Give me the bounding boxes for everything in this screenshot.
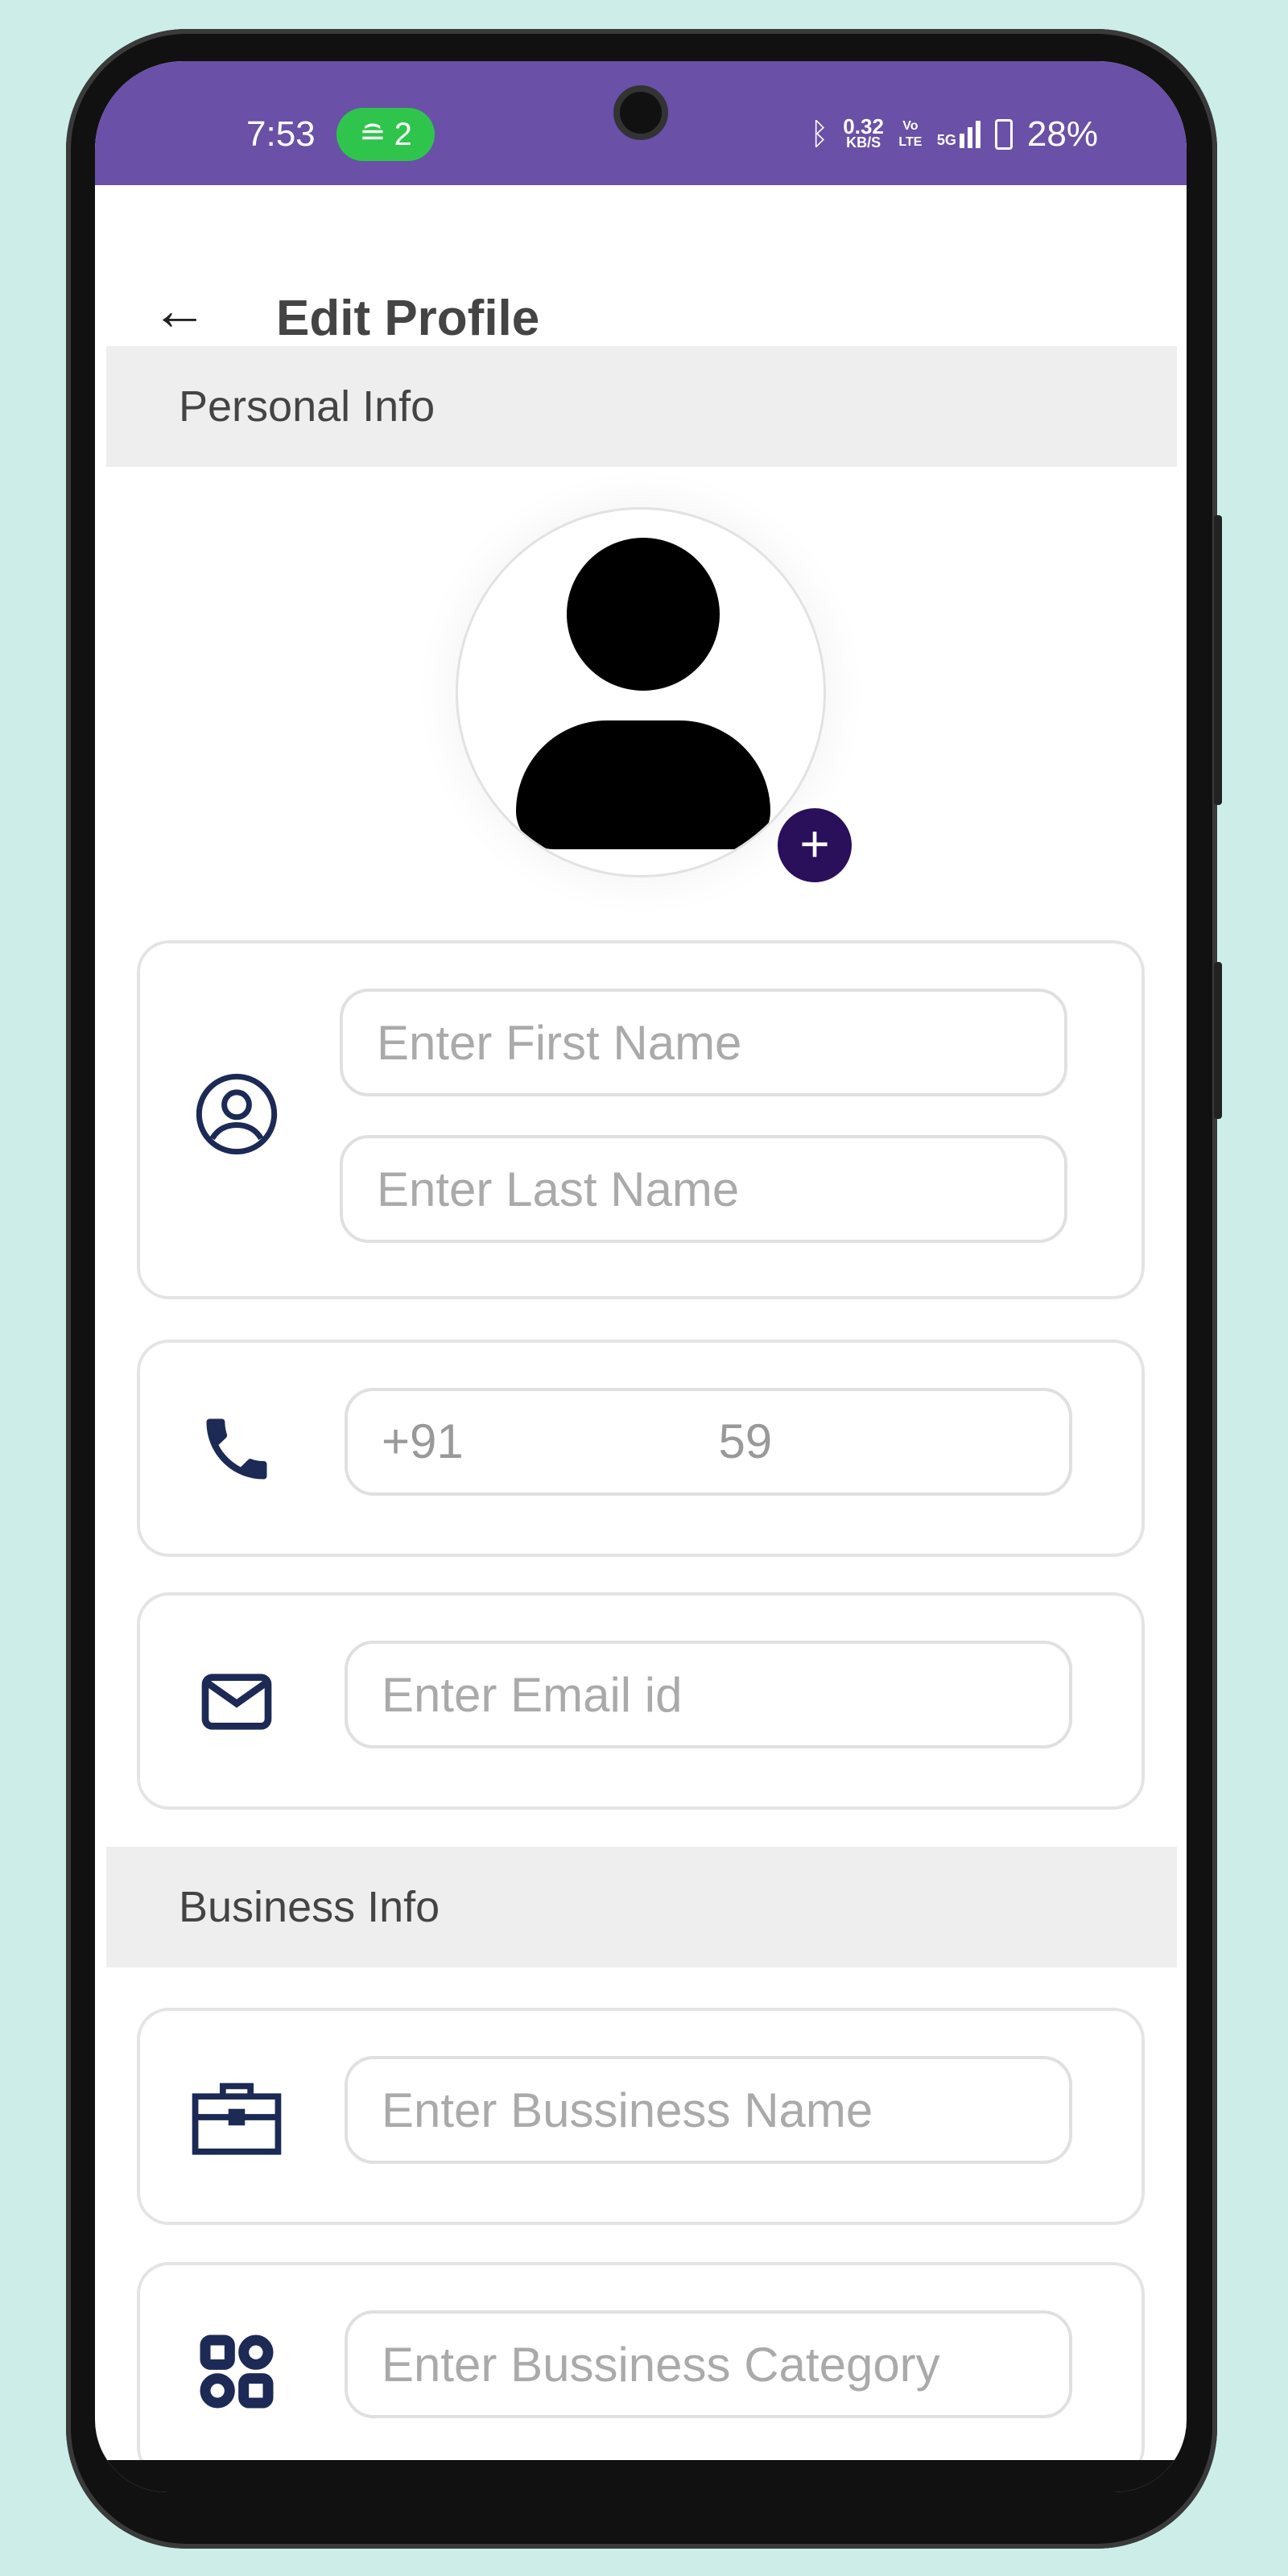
hotspot-icon: ≘ — [359, 117, 386, 152]
section-business-info: Business Info — [106, 1847, 1177, 1967]
phone-card: +91 59 — [137, 1340, 1145, 1557]
app-header: ← Edit Profile — [95, 185, 1187, 346]
section-personal-info: Personal Info — [106, 346, 1177, 467]
add-photo-button[interactable]: + — [778, 808, 852, 882]
mail-icon — [188, 1653, 285, 1750]
screen: 7:53 ≘ 2 ᛒ 0.32 KB/S Vo LTE 5G 28% ← Edit… — [95, 61, 1187, 2492]
category-icon — [188, 2323, 285, 2420]
avatar[interactable] — [456, 507, 826, 877]
battery-icon — [994, 119, 1013, 150]
hotspot-count: 2 — [394, 116, 412, 152]
briefcase-icon — [188, 2069, 285, 2165]
volte-icon: Vo LTE — [898, 119, 923, 149]
avatar-head — [567, 538, 720, 691]
phone-number-value: 59 — [718, 1414, 773, 1468]
battery-percent: 28% — [1026, 114, 1098, 154]
signal-icon: 5G — [937, 121, 980, 148]
volume-button — [1214, 515, 1222, 805]
business-name-card — [137, 2008, 1145, 2225]
power-button — [1214, 962, 1222, 1119]
phone-icon — [188, 1401, 285, 1497]
user-circle-icon — [188, 1066, 285, 1162]
status-time: 7:53 — [246, 114, 316, 154]
country-code[interactable]: +91 — [382, 1414, 464, 1468]
phone-input[interactable]: +91 59 — [345, 1388, 1072, 1496]
name-card — [137, 940, 1145, 1299]
bluetooth-icon: ᛒ — [810, 117, 829, 151]
arrow-left-icon[interactable]: ← — [151, 282, 208, 338]
email-card — [137, 1592, 1145, 1810]
page-title: Edit Profile — [276, 291, 540, 346]
hotspot-badge: ≘ 2 — [336, 108, 435, 161]
email-input[interactable] — [345, 1641, 1072, 1748]
net-speed: 0.32 KB/S — [843, 114, 884, 151]
front-camera — [613, 85, 668, 140]
avatar-body — [516, 720, 770, 849]
first-name-input[interactable] — [340, 989, 1067, 1096]
business-category-card — [137, 2262, 1145, 2479]
business-category-input[interactable] — [345, 2310, 1072, 2418]
status-bar: 7:53 ≘ 2 ᛒ 0.32 KB/S Vo LTE 5G 28% — [95, 61, 1187, 185]
business-name-input[interactable] — [345, 2056, 1072, 2164]
status-icons: ᛒ 0.32 KB/S Vo LTE 5G 28% — [810, 114, 1098, 155]
phone-bezel-bottom — [95, 2460, 1187, 2492]
last-name-input[interactable] — [340, 1135, 1067, 1243]
